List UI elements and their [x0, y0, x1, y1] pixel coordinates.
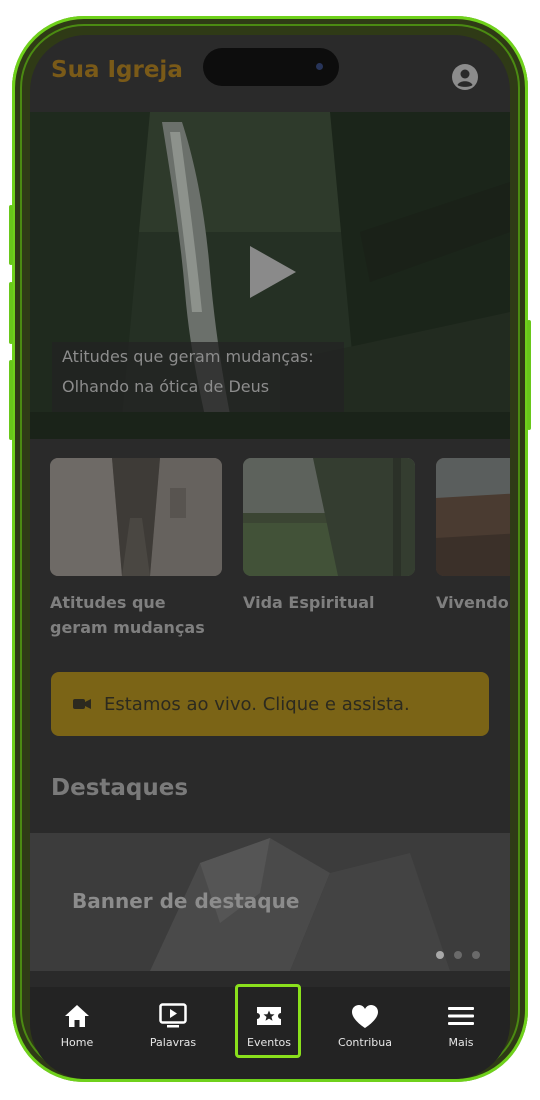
hero-caption-line: Olhando na ótica de Deus — [62, 377, 270, 396]
bottom-tab-bar: Home Palavras Eventos Contribua Mais — [30, 984, 510, 1079]
card-title: Atitudes que geram mudanças — [50, 593, 205, 637]
eventos-tab-highlight — [235, 984, 301, 1058]
phone-side-button — [9, 360, 13, 440]
tab-label: Home — [60, 1036, 94, 1049]
tab-palavras[interactable]: Palavras — [125, 1001, 221, 1061]
heart-icon — [350, 1001, 380, 1031]
phone-side-button — [9, 282, 13, 344]
highlight-label: Banner de destaque — [72, 889, 300, 913]
dynamic-island — [203, 48, 339, 86]
carousel-dot[interactable] — [472, 951, 480, 959]
play-icon[interactable] — [248, 244, 298, 300]
live-stream-button[interactable]: Estamos ao vivo. Clique e assista. — [51, 672, 489, 736]
card-title: Vivendo propósit — [436, 593, 510, 612]
video-card[interactable]: Vivendo propósit — [436, 458, 510, 615]
card-thumbnail — [436, 458, 510, 576]
live-stream-label: Estamos ao vivo. Clique e assista. — [104, 693, 410, 715]
carousel-dot-active[interactable] — [436, 951, 444, 959]
field-image — [243, 458, 415, 576]
profile-icon[interactable] — [451, 63, 479, 91]
landscape-image — [436, 458, 510, 576]
tab-label: Palavras — [149, 1036, 197, 1049]
menu-icon — [446, 1001, 476, 1031]
card-title: Vida Espiritual — [243, 593, 375, 612]
app-screen: Sua Igreja Atitudes que geram mudanças: … — [30, 35, 510, 1079]
tab-home[interactable]: Home — [30, 1001, 125, 1061]
phone-side-button — [9, 205, 13, 265]
tab-label: Mais — [448, 1036, 474, 1049]
video-card[interactable]: Atitudes que geram mudanças — [50, 458, 222, 640]
tab-mais[interactable]: Mais — [413, 1001, 509, 1061]
highlight-banner[interactable]: Banner de destaque — [30, 833, 510, 971]
home-icon — [62, 1001, 92, 1031]
tv-play-icon — [158, 1001, 188, 1031]
app-title: Sua Igreja — [51, 57, 183, 83]
video-carousel[interactable]: Atitudes que geram mudanças Vida Espirit… — [50, 458, 510, 638]
carousel-dots — [436, 951, 480, 959]
section-title: Destaques — [51, 775, 189, 801]
camera-dot — [316, 63, 323, 70]
card-thumbnail — [50, 458, 222, 576]
hero-caption-line: Atitudes que geram mudanças: — [62, 347, 314, 366]
card-thumbnail — [243, 458, 415, 576]
video-card[interactable]: Vida Espiritual — [243, 458, 415, 615]
video-camera-icon — [73, 699, 91, 709]
street-image — [50, 458, 222, 576]
tab-label: Contribua — [338, 1036, 392, 1049]
carousel-dot[interactable] — [454, 951, 462, 959]
hero-caption: Atitudes que geram mudanças: Olhando na … — [52, 342, 344, 412]
tab-contribua[interactable]: Contribua — [317, 1001, 413, 1061]
hero-video[interactable]: Atitudes que geram mudanças: Olhando na … — [30, 112, 510, 439]
phone-side-button — [527, 320, 531, 430]
